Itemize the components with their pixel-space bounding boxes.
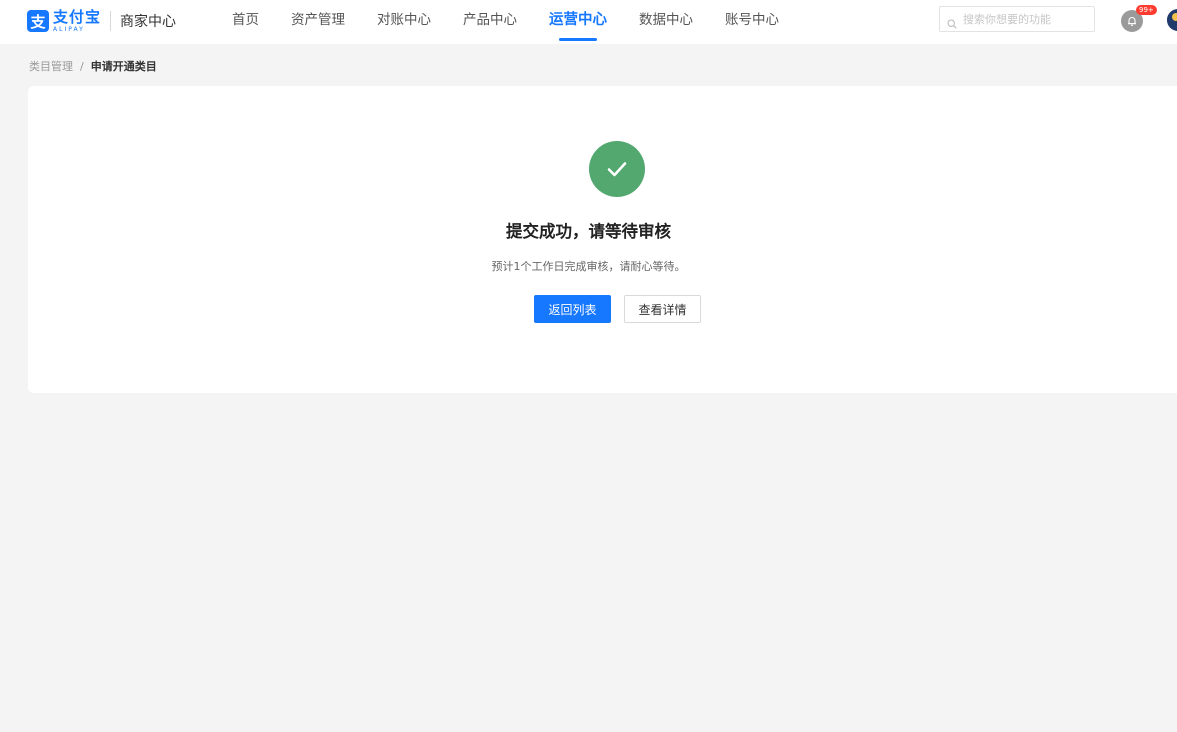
result-title: 提交成功，请等待审核 <box>506 222 671 241</box>
bell-icon <box>1128 17 1136 26</box>
nav-item-products[interactable]: 产品中心 <box>463 0 517 44</box>
view-details-button[interactable]: 查看详情 <box>624 295 701 323</box>
nav-item-home[interactable]: 首页 <box>232 0 259 44</box>
breadcrumb-parent[interactable]: 类目管理 <box>29 58 73 74</box>
logo-text: 支付宝 ALIPAY <box>53 7 102 33</box>
check-circle-icon <box>589 141 645 197</box>
product-name: 商家中心 <box>120 14 177 30</box>
logo-brand-en: ALIPAY <box>53 25 85 33</box>
search-box[interactable] <box>939 6 1095 32</box>
nav-item-assets[interactable]: 资产管理 <box>291 0 345 44</box>
search-icon <box>947 14 957 29</box>
nav-item-operations[interactable]: 运营中心 <box>549 0 607 44</box>
breadcrumb: 类目管理 / 申请开通类目 <box>29 58 157 74</box>
logo-divider <box>110 11 112 31</box>
alipay-logo-icon: 支 <box>27 10 49 32</box>
nav-item-reconciliation[interactable]: 对账中心 <box>377 0 431 44</box>
nav-item-account[interactable]: 账号中心 <box>725 0 779 44</box>
result-description: 预计1个工作日完成审核，请耐心等待。 <box>491 260 686 273</box>
user-avatar[interactable] <box>1167 9 1177 31</box>
breadcrumb-current: 申请开通类目 <box>90 60 157 73</box>
main-nav: 首页 资产管理 对账中心 产品中心 运营中心 数据中心 账号中心 <box>232 0 811 44</box>
search-input[interactable] <box>961 11 1095 27</box>
logo-brand-cn: 支付宝 <box>53 7 102 26</box>
nav-item-data[interactable]: 数据中心 <box>639 0 693 44</box>
result-actions: 返回列表 查看详情 <box>534 295 701 323</box>
breadcrumb-separator: / <box>80 59 84 73</box>
back-to-list-button[interactable]: 返回列表 <box>534 295 611 323</box>
notification-badge: 99+ <box>1136 5 1157 15</box>
result-card: 提交成功，请等待审核 预计1个工作日完成审核，请耐心等待。 返回列表 查看详情 <box>28 86 1177 393</box>
alipay-logo[interactable]: 支 支付宝 ALIPAY 商家中心 <box>27 7 176 35</box>
top-header: 支 支付宝 ALIPAY 商家中心 首页 资产管理 对账中心 产品中心 运营中心… <box>0 0 1177 44</box>
